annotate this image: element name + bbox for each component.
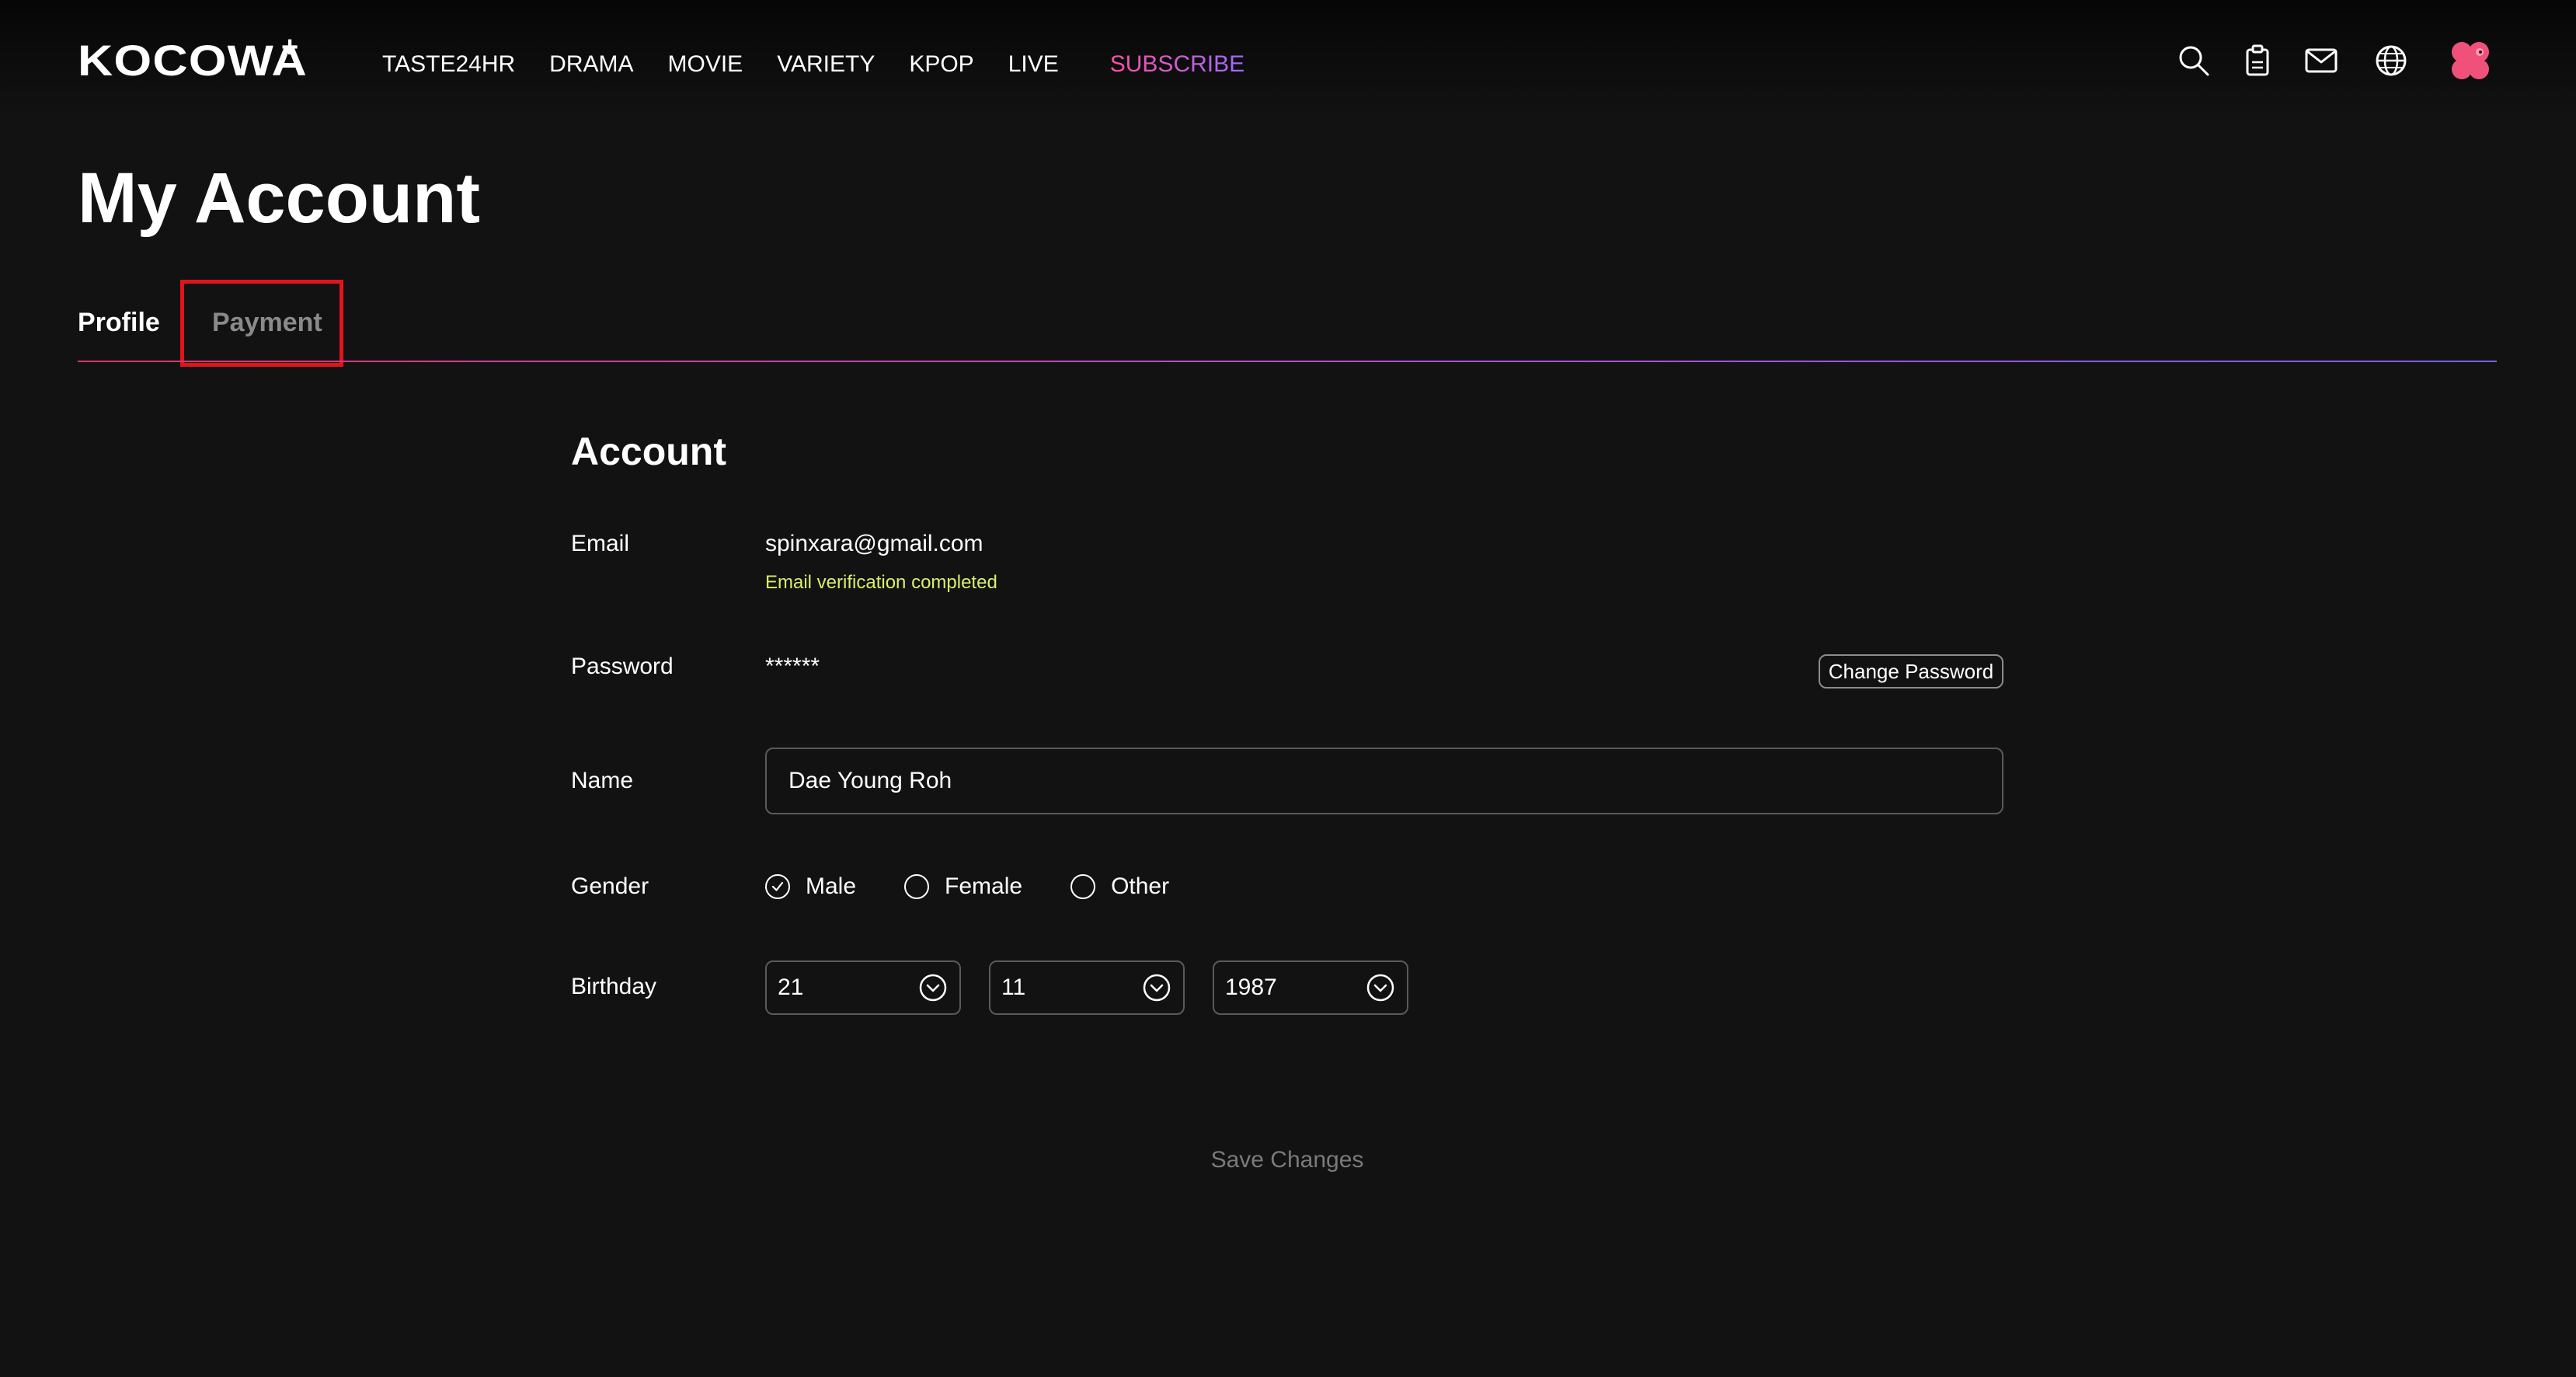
gender-option-label: Other (1111, 873, 1170, 899)
nav-item-kpop[interactable]: KPOP (909, 51, 973, 78)
checked-radio-icon (765, 874, 790, 899)
avatar[interactable] (2450, 40, 2491, 81)
chevron-down-icon (1366, 974, 1394, 1002)
tab-profile[interactable]: Profile (78, 308, 160, 338)
gender-radio-female[interactable]: Female (904, 873, 1022, 900)
email-label: Email (571, 531, 630, 556)
gender-radio-group: Male Female Other (765, 873, 1217, 900)
gender-radio-other[interactable]: Other (1070, 873, 1169, 900)
nav-item-drama[interactable]: DRAMA (549, 51, 633, 78)
page-title: My Account (78, 159, 480, 238)
save-changes-button[interactable]: Save Changes (1136, 1141, 1439, 1180)
unchecked-radio-icon (1070, 874, 1096, 899)
gender-radio-male[interactable]: Male (765, 873, 856, 900)
top-header: KOCOWA + TASTE24HR DRAMA MOVIE VARIETY K… (0, 0, 2576, 132)
email-verification-status: Email verification completed (765, 572, 997, 593)
header-icons (2175, 40, 2491, 81)
page: KOCOWA + TASTE24HR DRAMA MOVIE VARIETY K… (0, 0, 2576, 1377)
password-value: ****** (765, 654, 820, 679)
main-nav: TASTE24HR DRAMA MOVIE VARIETY KPOP LIVE … (382, 51, 1279, 78)
select-value: 21 (778, 974, 804, 1000)
nav-item-movie[interactable]: MOVIE (668, 51, 743, 78)
logo-text: KOCOWA (78, 36, 308, 85)
globe-icon[interactable] (2372, 42, 2410, 79)
kocowa-logo[interactable]: KOCOWA + (78, 33, 308, 85)
gender-option-label: Female (945, 873, 1023, 899)
chevron-down-icon (1143, 974, 1171, 1002)
unchecked-radio-icon (904, 874, 930, 899)
birthday-day-select[interactable]: 21 (765, 960, 961, 1015)
my-list-icon[interactable] (2239, 42, 2276, 79)
birthday-month-select[interactable]: 11 (989, 960, 1185, 1015)
tabs-divider (78, 361, 2497, 362)
nav-item-subscribe[interactable]: SUBSCRIBE (1110, 51, 1244, 78)
nav-item-taste24hr[interactable]: TASTE24HR (382, 51, 515, 78)
search-icon[interactable] (2175, 42, 2212, 79)
name-label: Name (571, 768, 634, 793)
select-value: 11 (1001, 974, 1026, 1000)
chevron-down-icon (919, 974, 947, 1002)
account-tabs: Profile Payment (78, 280, 2497, 367)
tab-payment[interactable]: Payment (212, 308, 322, 338)
password-label: Password (571, 654, 674, 679)
name-input[interactable] (765, 748, 2003, 814)
gender-label: Gender (571, 873, 649, 899)
nav-item-live[interactable]: LIVE (1008, 51, 1059, 78)
email-value: spinxara@gmail.com (765, 531, 983, 556)
account-section-title: Account (571, 430, 726, 473)
change-password-button[interactable]: Change Password (1819, 654, 2003, 688)
birthday-label: Birthday (571, 974, 657, 999)
birthday-year-select[interactable]: 1987 (1213, 960, 1408, 1015)
nav-item-variety[interactable]: VARIETY (777, 51, 875, 78)
gender-option-label: Male (806, 873, 857, 899)
mail-icon[interactable] (2303, 42, 2340, 79)
select-value: 1987 (1225, 974, 1277, 1000)
